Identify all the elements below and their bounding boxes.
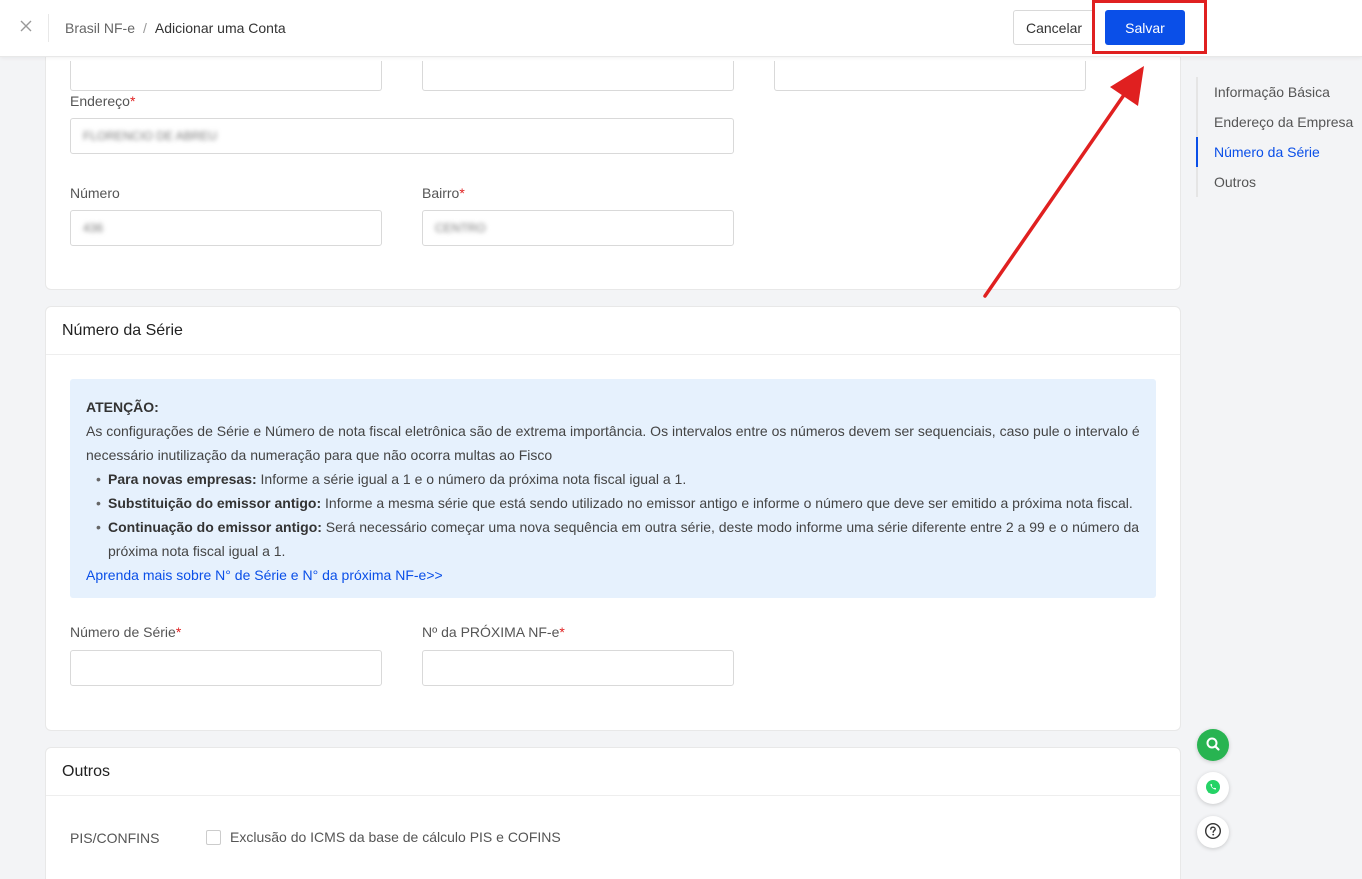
ghost-input-1: [70, 61, 382, 91]
serie-section-title: Número da Série: [46, 307, 1180, 355]
serie-number-label: Número de Série*: [70, 624, 182, 640]
cancel-button[interactable]: Cancelar: [1013, 10, 1095, 45]
list-item: Continuação do emissor antigo: Será nece…: [96, 515, 1140, 563]
bairro-label: Bairro*: [422, 185, 465, 201]
side-nav-item-serie-number[interactable]: Número da Série: [1196, 137, 1353, 167]
icms-exclusion-checkbox[interactable]: [206, 830, 221, 845]
notice-bullets: Para novas empresas: Informe a série igu…: [86, 467, 1140, 563]
serie-number-input[interactable]: [70, 650, 382, 686]
numero-input[interactable]: 436: [70, 210, 382, 246]
attention-notice: ATENÇÃO: As configurações de Série e Núm…: [70, 379, 1156, 598]
save-highlight-box: [1092, 0, 1207, 54]
endereco-input[interactable]: FLORENCIO DE ABREU: [70, 118, 734, 154]
ghost-input-2: [422, 61, 734, 91]
help-fab[interactable]: [1197, 816, 1229, 848]
outros-section-title: Outros: [46, 748, 1180, 796]
ghost-input-3: [774, 61, 1086, 91]
next-nfe-label: Nº da PRÓXIMA NF-e*: [422, 624, 565, 640]
section-side-nav: Informação Básica Endereço da Empresa Nú…: [1196, 77, 1355, 197]
side-nav-item-outros[interactable]: Outros: [1196, 167, 1353, 197]
side-nav-item-basic-info[interactable]: Informação Básica: [1196, 77, 1353, 107]
notice-heading: ATENÇÃO:: [86, 399, 159, 415]
list-item: Substituição do emissor antigo: Informe …: [96, 491, 1140, 515]
list-item: Para novas empresas: Informe a série igu…: [96, 467, 1140, 491]
help-icon: [1204, 822, 1222, 843]
whatsapp-icon: [1204, 778, 1222, 799]
breadcrumb-current: Adicionar uma Conta: [154, 20, 286, 36]
notice-text: As configurações de Série e Número de no…: [86, 423, 1140, 463]
outros-card: Outros PIS/CONFINS Exclusão do ICMS da b…: [45, 747, 1181, 879]
whatsapp-fab[interactable]: [1197, 772, 1229, 804]
breadcrumb-separator: /: [143, 20, 147, 36]
breadcrumb-root[interactable]: Brasil NF-e: [65, 20, 135, 36]
breadcrumb: Brasil NF-e / Adicionar uma Conta: [65, 20, 286, 36]
learn-more-link[interactable]: Aprenda mais sobre N° de Série e N° da p…: [86, 567, 443, 583]
search-icon: [1205, 736, 1221, 755]
pis-confins-label: PIS/CONFINS: [70, 830, 160, 846]
icms-exclusion-label[interactable]: Exclusão do ICMS da base de cálculo PIS …: [230, 829, 561, 845]
endereco-label: Endereço*: [70, 93, 136, 109]
numero-label: Número: [70, 185, 120, 201]
serie-card: Número da Série ATENÇÃO: As configuraçõe…: [45, 306, 1181, 731]
bairro-input[interactable]: CENTRO: [422, 210, 734, 246]
header-divider: [48, 14, 49, 42]
close-icon[interactable]: [18, 18, 34, 34]
address-card: Endereço* FLORENCIO DE ABREU Número 436 …: [45, 30, 1181, 290]
search-fab[interactable]: [1197, 729, 1229, 761]
next-nfe-input[interactable]: [422, 650, 734, 686]
side-nav-item-company-address[interactable]: Endereço da Empresa: [1196, 107, 1353, 137]
